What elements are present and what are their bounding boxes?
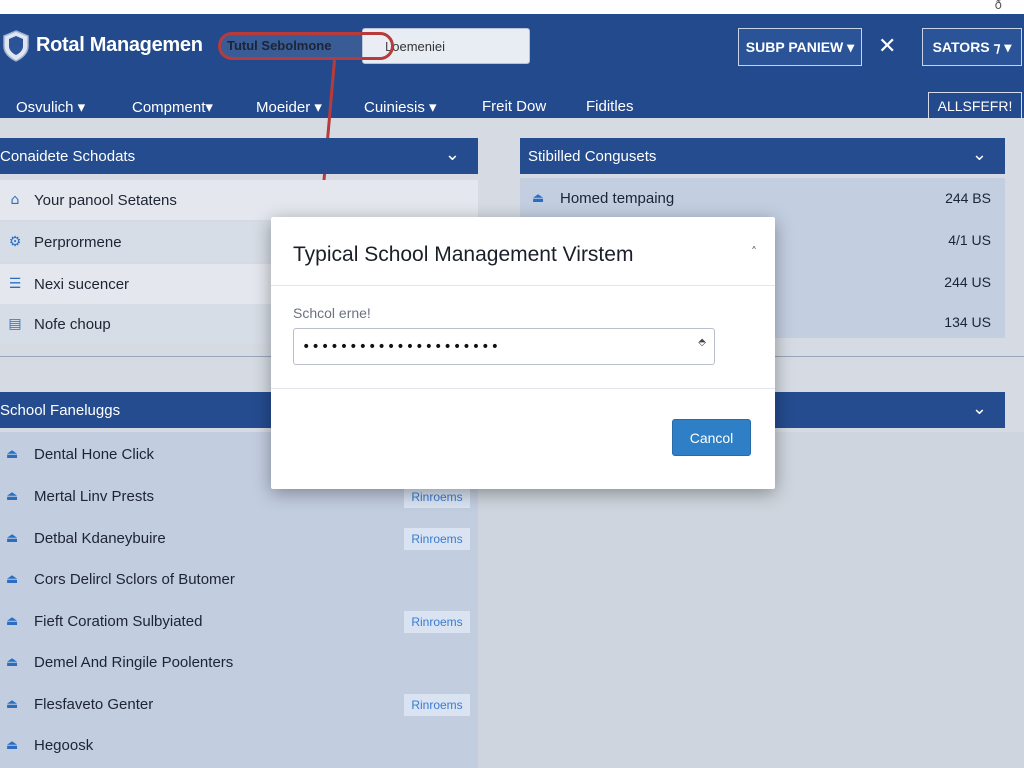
- stepper-icon[interactable]: ⬘: [698, 338, 706, 348]
- row-label: Homed tempaing: [560, 189, 675, 207]
- modal-divider: [271, 388, 775, 389]
- list-item-label: Flesfaveto Genter: [34, 696, 154, 713]
- nav-item-moeider[interactable]: Moeider ▾: [256, 98, 322, 116]
- chevron-down-icon[interactable]: ⌄: [972, 144, 987, 165]
- list-item[interactable]: ⏏ Fieft Coratiom Sulbyiated Rinroems: [0, 601, 478, 642]
- collapse-icon[interactable]: ˄: [751, 245, 757, 259]
- list-item-label: Nofe choup: [34, 315, 111, 333]
- list-item[interactable]: ⌂ Your panool Setatens: [0, 180, 478, 220]
- list-item-label: Cors Delircl Sclors of Butomer: [34, 571, 235, 588]
- chevron-down-icon[interactable]: ⌄: [445, 144, 460, 165]
- nav-item-cuiniesis[interactable]: Cuiniesis ▾: [364, 98, 437, 116]
- row-amount: 134 US: [944, 314, 991, 330]
- list-item[interactable]: ⏏ Flesfaveto Genter Rinroems: [0, 684, 478, 725]
- bed-icon: ⏏: [6, 738, 19, 753]
- main-nav: Osvulich ▾ Compment▾ Moeider ▾ Cuiniesis…: [0, 98, 920, 122]
- app-title: Rotal Managemen: [36, 34, 203, 56]
- rinroems-link[interactable]: Rinroems: [404, 693, 470, 716]
- list-item-label: Mertal Linv Prests: [34, 488, 155, 505]
- chart-icon: ▤: [8, 316, 22, 332]
- user-icon: ⏏: [532, 190, 545, 206]
- list-item-label: Your panool Setatens: [34, 191, 177, 209]
- panel-title: School Faneluggs: [0, 401, 121, 419]
- rinroems-link[interactable]: Rinroems: [404, 527, 470, 550]
- cancel-button[interactable]: Cancol: [672, 419, 751, 456]
- list-item-label: Fieft Coratiom Sulbyiated: [34, 613, 203, 630]
- bed-icon: ⏏: [6, 447, 19, 462]
- gear-icon: ⚙: [8, 234, 22, 250]
- nav-item-compment[interactable]: Compment▾: [132, 98, 213, 116]
- list-item-label: Detbal Kdaneybuire: [34, 530, 166, 547]
- allsfer-button[interactable]: ALLSFEFR!: [928, 92, 1022, 120]
- table-row[interactable]: ⏏ Homed tempaing 244 BS: [520, 178, 1005, 218]
- bed-icon: ⏏: [6, 697, 19, 712]
- modal-divider: [271, 285, 775, 286]
- row-amount: 244 BS: [945, 190, 991, 206]
- shield-logo-icon: [3, 30, 29, 62]
- panel-title: Stibilled Congusets: [528, 147, 657, 165]
- row-amount: 4/1 US: [948, 232, 991, 248]
- bed-icon: ⏏: [6, 531, 19, 546]
- row-amount: 244 US: [944, 274, 991, 290]
- home-icon: ⌂: [10, 192, 20, 208]
- nav-item-fiditles[interactable]: Fiditles: [586, 98, 634, 115]
- sators-button[interactable]: SATORS ⁊ ▾: [922, 28, 1022, 66]
- bed-icon: ⏏: [6, 572, 19, 587]
- app-header: Rotal Managemen SUBP PANIEW ▾ ✕ SATORS ⁊…: [0, 14, 1024, 120]
- nav-item-osvulich[interactable]: Osvulich ▾: [16, 98, 85, 116]
- subpanel-button[interactable]: SUBP PANIEW ▾: [738, 28, 862, 66]
- bed-icon: ⏏: [6, 614, 19, 629]
- list-item-label: Hegoosk: [34, 737, 94, 754]
- modal-dialog: Typical School Management Virstem ˄ Schc…: [271, 217, 775, 489]
- panel-header-students[interactable]: Conaidete Schodats ⌄: [0, 138, 478, 174]
- list-item-label: Dental Hone Click: [34, 446, 155, 463]
- list-item[interactable]: ⏏ Cors Delircl Sclors of Butomer: [0, 559, 478, 600]
- search-box[interactable]: [362, 28, 530, 64]
- list-icon: ☰: [8, 276, 22, 292]
- school-name-field[interactable]: ⬘: [293, 328, 715, 365]
- field-label: Schcol erne!: [293, 305, 371, 321]
- corner-glyph: ð: [994, 0, 1002, 12]
- search-input[interactable]: [363, 29, 529, 63]
- chevron-down-icon[interactable]: ⌄: [972, 398, 987, 419]
- nav-item-freit-dow[interactable]: Freit Dow: [482, 98, 546, 115]
- panel-title: Conaidete Schodats: [0, 147, 136, 165]
- list-item-label: Nexi sucencer: [34, 275, 130, 293]
- top-strip: ð: [0, 0, 1024, 14]
- list-item-label: Demel And Ringile Poolenters: [34, 654, 234, 671]
- list-item[interactable]: ⏏ Hegoosk: [0, 725, 478, 766]
- panel-header-congusets[interactable]: Stibilled Congusets ⌄: [520, 138, 1005, 174]
- modal-title: Typical School Management Virstem: [293, 243, 634, 266]
- bed-icon: ⏏: [6, 655, 19, 670]
- list-item-label: Perprormene: [34, 233, 122, 251]
- bed-icon: ⏏: [6, 489, 19, 504]
- list-item[interactable]: ⏏ Demel And Ringile Poolenters: [0, 642, 478, 683]
- close-icon[interactable]: ✕: [878, 34, 896, 59]
- list-item[interactable]: ⏏ Detbal Kdaneybuire Rinroems: [0, 518, 478, 559]
- rinroems-link[interactable]: Rinroems: [404, 610, 470, 633]
- school-name-input[interactable]: [294, 329, 714, 364]
